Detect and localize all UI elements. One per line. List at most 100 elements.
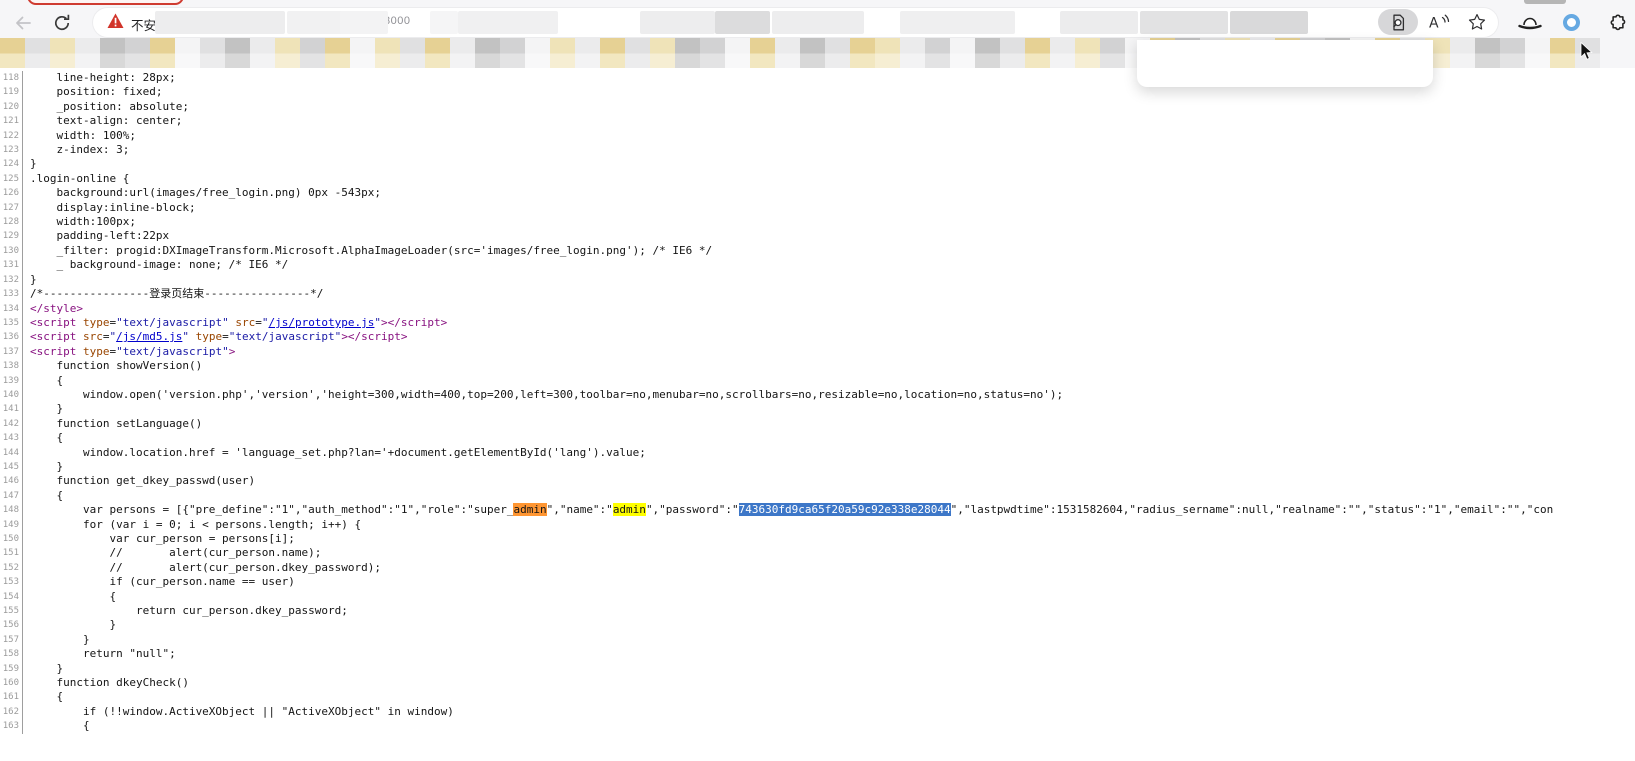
redacted-bookmark-block: [700, 38, 725, 68]
code-segment: _position: absolute;: [30, 100, 189, 113]
redacted-bookmark-block: [50, 38, 75, 68]
code-line: 126 background:url(images/free_login.png…: [0, 186, 1635, 200]
redacted-url-block: [1140, 11, 1228, 34]
line-number: 125: [0, 172, 23, 186]
line-number: 139: [0, 374, 23, 388]
redacted-bookmark-block: [1100, 38, 1125, 68]
redacted-bookmark-block: [1500, 38, 1525, 68]
code-segment: ": [182, 330, 189, 343]
source-link[interactable]: /js/md5.js: [116, 330, 182, 343]
line-content: text-align: center;: [23, 114, 182, 128]
code-segment: display:inline-block;: [30, 201, 196, 214]
code-line: 145 }: [0, 460, 1635, 474]
code-segment: ></script>: [341, 330, 407, 343]
code-segment: padding-left:22px: [30, 229, 169, 242]
code-segment: <script: [30, 316, 83, 329]
code-line: 122 width: 100%;: [0, 129, 1635, 143]
redacted-url-block: [715, 11, 770, 34]
extension-ring-icon[interactable]: [1563, 14, 1580, 31]
line-number: 154: [0, 590, 23, 604]
line-number: 132: [0, 273, 23, 287]
refresh-icon: [52, 13, 72, 33]
line-number: 156: [0, 618, 23, 632]
code-line: 155 return cur_person.dkey_password;: [0, 604, 1635, 618]
line-number: 140: [0, 388, 23, 402]
code-line: 144 window.location.href = 'language_set…: [0, 446, 1635, 460]
redacted-url-block: [640, 11, 715, 34]
source-code: 118 line-height: 28px;119 position: fixe…: [0, 71, 1635, 734]
redacted-bookmark-block: [550, 38, 575, 68]
code-segment: ","password":": [646, 503, 739, 516]
line-number: 145: [0, 460, 23, 474]
code-line: 134</style>: [0, 302, 1635, 316]
code-line: 149 for (var i = 0; i < persons.length; …: [0, 518, 1635, 532]
line-number: 118: [0, 71, 23, 85]
code-line: 119 position: fixed;: [0, 85, 1635, 99]
extension-hat-button[interactable]: [1518, 11, 1542, 35]
search-sidebar-button[interactable]: [1378, 9, 1418, 35]
extensions-button[interactable]: [1605, 11, 1629, 35]
insecure-warning-icon[interactable]: [107, 13, 124, 29]
line-number: 147: [0, 489, 23, 503]
code-line: 133/*----------------登录页结束--------------…: [0, 287, 1635, 301]
line-number: 120: [0, 100, 23, 114]
line-content: return "null";: [23, 647, 176, 661]
code-line: 159 }: [0, 662, 1635, 676]
redacted-bookmark-block: [1475, 38, 1500, 68]
code-line: 141 }: [0, 402, 1635, 416]
code-segment: // alert(cur_person.dkey_password);: [30, 561, 381, 574]
code-line: 163 {: [0, 719, 1635, 733]
redacted-bookmark-block: [175, 38, 200, 68]
redacted-url-block: [155, 11, 285, 34]
favorites-button[interactable]: [1460, 9, 1494, 35]
line-content: line-height: 28px;: [23, 71, 176, 85]
line-number: 157: [0, 633, 23, 647]
line-content: .login-online {: [23, 172, 129, 186]
source-link[interactable]: /js/prototype.js: [268, 316, 374, 329]
code-segment: // alert(cur_person.name);: [30, 546, 321, 559]
code-segment: }: [30, 402, 63, 415]
line-content: var cur_person = persons[i];: [23, 532, 295, 546]
redacted-bookmark-block: [475, 38, 500, 68]
line-number: 122: [0, 129, 23, 143]
code-line: 120 _position: absolute;: [0, 100, 1635, 114]
line-content: _filter: progid:DXImageTransform.Microso…: [23, 244, 712, 258]
code-line: 151 // alert(cur_person.name);: [0, 546, 1635, 560]
code-segment: admin: [613, 503, 646, 516]
line-content: return cur_person.dkey_password;: [23, 604, 348, 618]
code-segment: if (!!window.ActiveXObject || "ActiveXOb…: [30, 705, 454, 718]
line-content: {: [23, 489, 63, 503]
line-number: 130: [0, 244, 23, 258]
line-number: 163: [0, 719, 23, 733]
code-segment: function get_dkey_passwd(user): [30, 474, 255, 487]
redacted-url-block: [430, 11, 458, 34]
redacted-bookmark-block: [200, 38, 225, 68]
code-line: 154 {: [0, 590, 1635, 604]
address-bar-flyout[interactable]: [1137, 40, 1433, 87]
code-segment: function showVersion(): [30, 359, 202, 372]
line-content: window.open('version.php','version','hei…: [23, 388, 1063, 402]
line-content: padding-left:22px: [23, 229, 169, 243]
redacted-bookmark-block: [775, 38, 800, 68]
line-content: _position: absolute;: [23, 100, 189, 114]
line-content: function dkeyCheck(): [23, 676, 189, 690]
redacted-url-block: [772, 11, 864, 34]
line-content: for (var i = 0; i < persons.length; i++)…: [23, 518, 361, 532]
refresh-button[interactable]: [50, 11, 74, 35]
code-line: 138 function showVersion(): [0, 359, 1635, 373]
line-content: {: [23, 690, 63, 704]
code-segment: <script: [30, 345, 83, 358]
line-number: 159: [0, 662, 23, 676]
line-number: 148: [0, 503, 23, 517]
back-button[interactable]: [11, 11, 35, 35]
redacted-bookmark-block: [25, 38, 50, 68]
line-content: }: [23, 157, 37, 171]
background-tab-remnant[interactable]: [1524, 0, 1566, 4]
active-tab-remnant[interactable]: [27, 0, 184, 5]
code-segment: background:url(images/free_login.png) 0p…: [30, 186, 381, 199]
read-aloud-button[interactable]: A: [1422, 9, 1456, 35]
line-content: _ background-image: none; /* IE6 */: [23, 258, 288, 272]
redacted-bookmark-block: [500, 38, 525, 68]
redacted-bookmark-block: [725, 38, 750, 68]
code-segment: .login-online {: [30, 172, 129, 185]
